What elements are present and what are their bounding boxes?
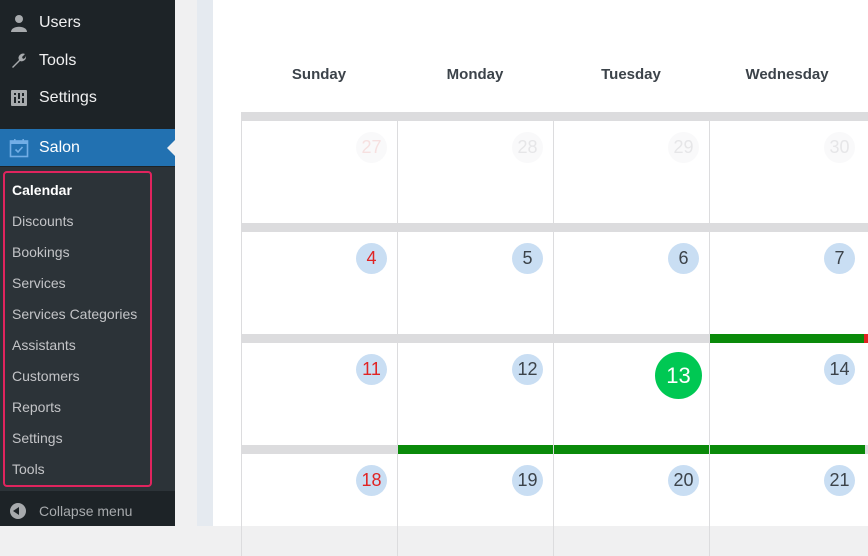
bookings-bar[interactable] xyxy=(554,445,709,454)
calendar-day-cell[interactable]: 18 xyxy=(241,445,397,556)
content-gutter xyxy=(175,0,197,526)
calendar-icon xyxy=(9,138,29,158)
bookings-bar[interactable] xyxy=(398,445,553,454)
menu-item-settings[interactable]: Settings xyxy=(0,79,175,116)
calendar-day-cell[interactable]: 28 xyxy=(397,112,553,223)
day-number[interactable]: 4 xyxy=(356,243,387,274)
calendar-day-cell[interactable]: 14 xyxy=(709,334,865,445)
salon-submenu: Calendar Discounts Bookings Services Ser… xyxy=(0,167,175,491)
submenu-item-tools[interactable]: Tools xyxy=(12,459,45,479)
day-number[interactable]: 5 xyxy=(512,243,543,274)
submenu-item-customers[interactable]: Customers xyxy=(12,366,80,386)
settings-sliders-icon xyxy=(9,88,29,108)
day-number[interactable]: 11 xyxy=(356,354,387,385)
submenu-item-bookings[interactable]: Bookings xyxy=(12,242,70,262)
calendar-day-cell[interactable]: 11 xyxy=(241,334,397,445)
calendar-day-cell[interactable]: 30 xyxy=(709,112,865,223)
day-number[interactable]: 27 xyxy=(356,132,387,163)
calendar-day-cell[interactable]: 12 xyxy=(397,334,553,445)
day-number[interactable]: 7 xyxy=(824,243,855,274)
day-number[interactable]: 18 xyxy=(356,465,387,496)
calendar-week-row: 27 28 29 30 xyxy=(241,112,868,223)
day-number[interactable]: 21 xyxy=(824,465,855,496)
submenu-item-services-categories[interactable]: Services Categories xyxy=(12,304,137,324)
day-number[interactable]: 6 xyxy=(668,243,699,274)
submenu-item-settings[interactable]: Settings xyxy=(12,428,63,448)
overflow-booking-marker xyxy=(864,334,868,343)
calendar-day-cell[interactable]: 4 xyxy=(241,223,397,334)
submenu-item-discounts[interactable]: Discounts xyxy=(12,211,73,231)
calendar-day-cell[interactable]: 13 xyxy=(553,334,709,445)
bookings-bar[interactable] xyxy=(710,445,865,454)
calendar-day-cell[interactable]: 6 xyxy=(553,223,709,334)
calendar-week-row: 4 5 6 7 xyxy=(241,223,868,334)
wrench-icon xyxy=(9,51,29,71)
bookings-bar[interactable] xyxy=(710,334,865,343)
weekday-header: Wednesday xyxy=(745,66,829,83)
menu-item-label: Tools xyxy=(39,51,77,69)
submenu-item-reports[interactable]: Reports xyxy=(12,397,61,417)
calendar-day-cell[interactable]: 19 xyxy=(397,445,553,556)
day-number[interactable]: 30 xyxy=(824,132,855,163)
content-border xyxy=(197,0,213,526)
day-number[interactable]: 12 xyxy=(512,354,543,385)
menu-item-salon[interactable]: Salon xyxy=(0,129,175,166)
weekday-header: Monday xyxy=(446,66,504,83)
weekday-header: Sunday xyxy=(291,66,347,83)
calendar-week-row: 18 19 20 21 xyxy=(241,445,868,556)
active-indicator-arrow xyxy=(167,139,175,156)
menu-item-label: Salon xyxy=(39,138,80,156)
collapse-menu-button[interactable]: Collapse menu xyxy=(0,495,175,526)
calendar-week-row: 11 12 13 14 xyxy=(241,334,868,445)
day-number[interactable]: 29 xyxy=(668,132,699,163)
day-number[interactable]: 19 xyxy=(512,465,543,496)
menu-item-tools[interactable]: Tools xyxy=(0,42,175,79)
calendar-day-cell[interactable]: 20 xyxy=(553,445,709,556)
menu-item-label: Settings xyxy=(39,88,97,106)
weekday-header: Tuesday xyxy=(601,66,661,83)
day-number[interactable]: 20 xyxy=(668,465,699,496)
collapse-menu-label: Collapse menu xyxy=(39,502,133,519)
calendar-day-cell[interactable]: 21 xyxy=(709,445,865,556)
submenu-item-calendar[interactable]: Calendar xyxy=(12,180,72,200)
calendar-day-cell[interactable]: 27 xyxy=(241,112,397,223)
day-number[interactable]: 14 xyxy=(824,354,855,385)
menu-item-users[interactable]: Users xyxy=(0,4,175,41)
collapse-arrow-icon xyxy=(10,502,26,519)
calendar-day-cell[interactable]: 29 xyxy=(553,112,709,223)
calendar-day-cell[interactable]: 5 xyxy=(397,223,553,334)
menu-item-label: Users xyxy=(39,13,81,31)
admin-sidebar: Users Tools Settings Salon Calendar Disc… xyxy=(0,0,175,526)
submenu-item-assistants[interactable]: Assistants xyxy=(12,335,76,355)
calendar-day-cell[interactable]: 7 xyxy=(709,223,865,334)
day-number[interactable]: 28 xyxy=(512,132,543,163)
today-day-number[interactable]: 13 xyxy=(655,352,702,399)
user-icon xyxy=(9,13,29,33)
submenu-item-services[interactable]: Services xyxy=(12,273,66,293)
